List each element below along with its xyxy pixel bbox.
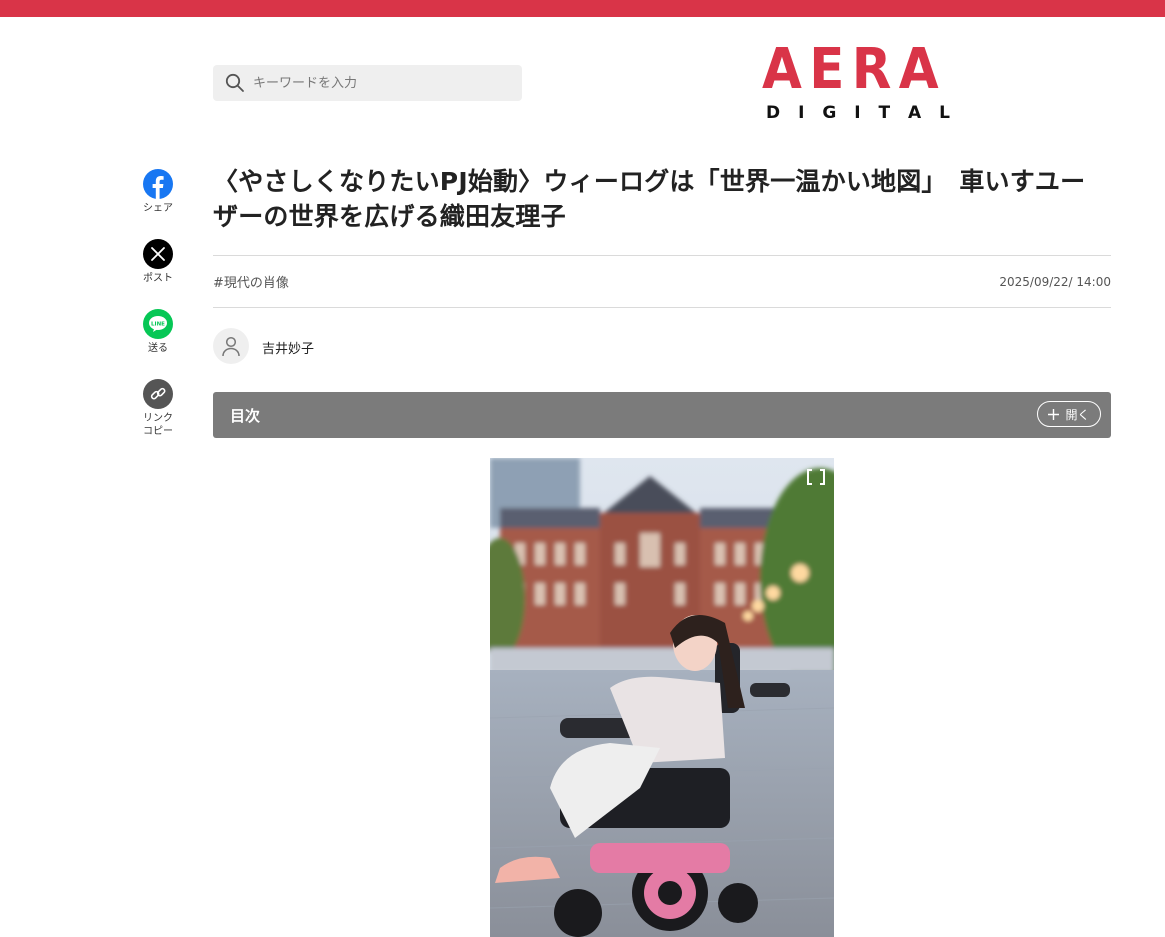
- divider: [213, 307, 1111, 308]
- share-label: 送る: [148, 343, 168, 354]
- user-icon: [222, 336, 240, 357]
- x-icon: [143, 239, 173, 269]
- link-icon: [143, 379, 173, 409]
- divider: [213, 255, 1111, 256]
- search-icon: [225, 73, 244, 92]
- facebook-icon: [143, 169, 173, 199]
- share-link-copy-button[interactable]: リンク コピー: [136, 379, 180, 438]
- author-name[interactable]: 吉井妙子: [262, 338, 314, 357]
- share-label: シェア: [143, 203, 173, 214]
- share-label: リンク コピー: [143, 413, 173, 437]
- article-date: 2025/09/22/ 14:00: [999, 275, 1111, 289]
- svg-text:LINE: LINE: [151, 322, 165, 328]
- logo-main-text: A E R A: [762, 40, 939, 100]
- share-line-button[interactable]: LINE 送る: [136, 309, 180, 355]
- toc-open-button[interactable]: 開く: [1037, 401, 1101, 427]
- site-logo[interactable]: A E R A DIGITAL: [762, 40, 954, 124]
- logo-letter: A: [898, 37, 939, 102]
- article-title: 〈やさしくなりたいPJ始動〉ウィーログは「世界一温かい地図」 車いすユーザーの世…: [213, 167, 1086, 231]
- line-icon: LINE: [143, 309, 173, 339]
- share-x-button[interactable]: ポスト: [136, 239, 180, 285]
- article-main-photo[interactable]: [490, 458, 834, 937]
- search-box[interactable]: [213, 65, 522, 101]
- logo-sub-text: DIGITAL: [766, 103, 950, 123]
- author-avatar[interactable]: [213, 328, 249, 364]
- share-facebook-button[interactable]: シェア: [136, 169, 180, 215]
- logo-letter: R: [851, 37, 892, 102]
- search-input[interactable]: [253, 65, 513, 101]
- toc-open-label: 開く: [1065, 407, 1090, 422]
- logo-letter: A: [762, 37, 802, 102]
- brand-top-bar: [0, 0, 1165, 17]
- article-tag[interactable]: #現代の肖像: [213, 272, 289, 291]
- toc-title: 目次: [230, 407, 261, 425]
- plus-icon: [1048, 408, 1060, 420]
- photo-illustration: [490, 458, 834, 937]
- share-label: ポスト: [143, 273, 173, 284]
- logo-letter: E: [809, 37, 845, 102]
- table-of-contents: 目次 開く: [213, 392, 1111, 438]
